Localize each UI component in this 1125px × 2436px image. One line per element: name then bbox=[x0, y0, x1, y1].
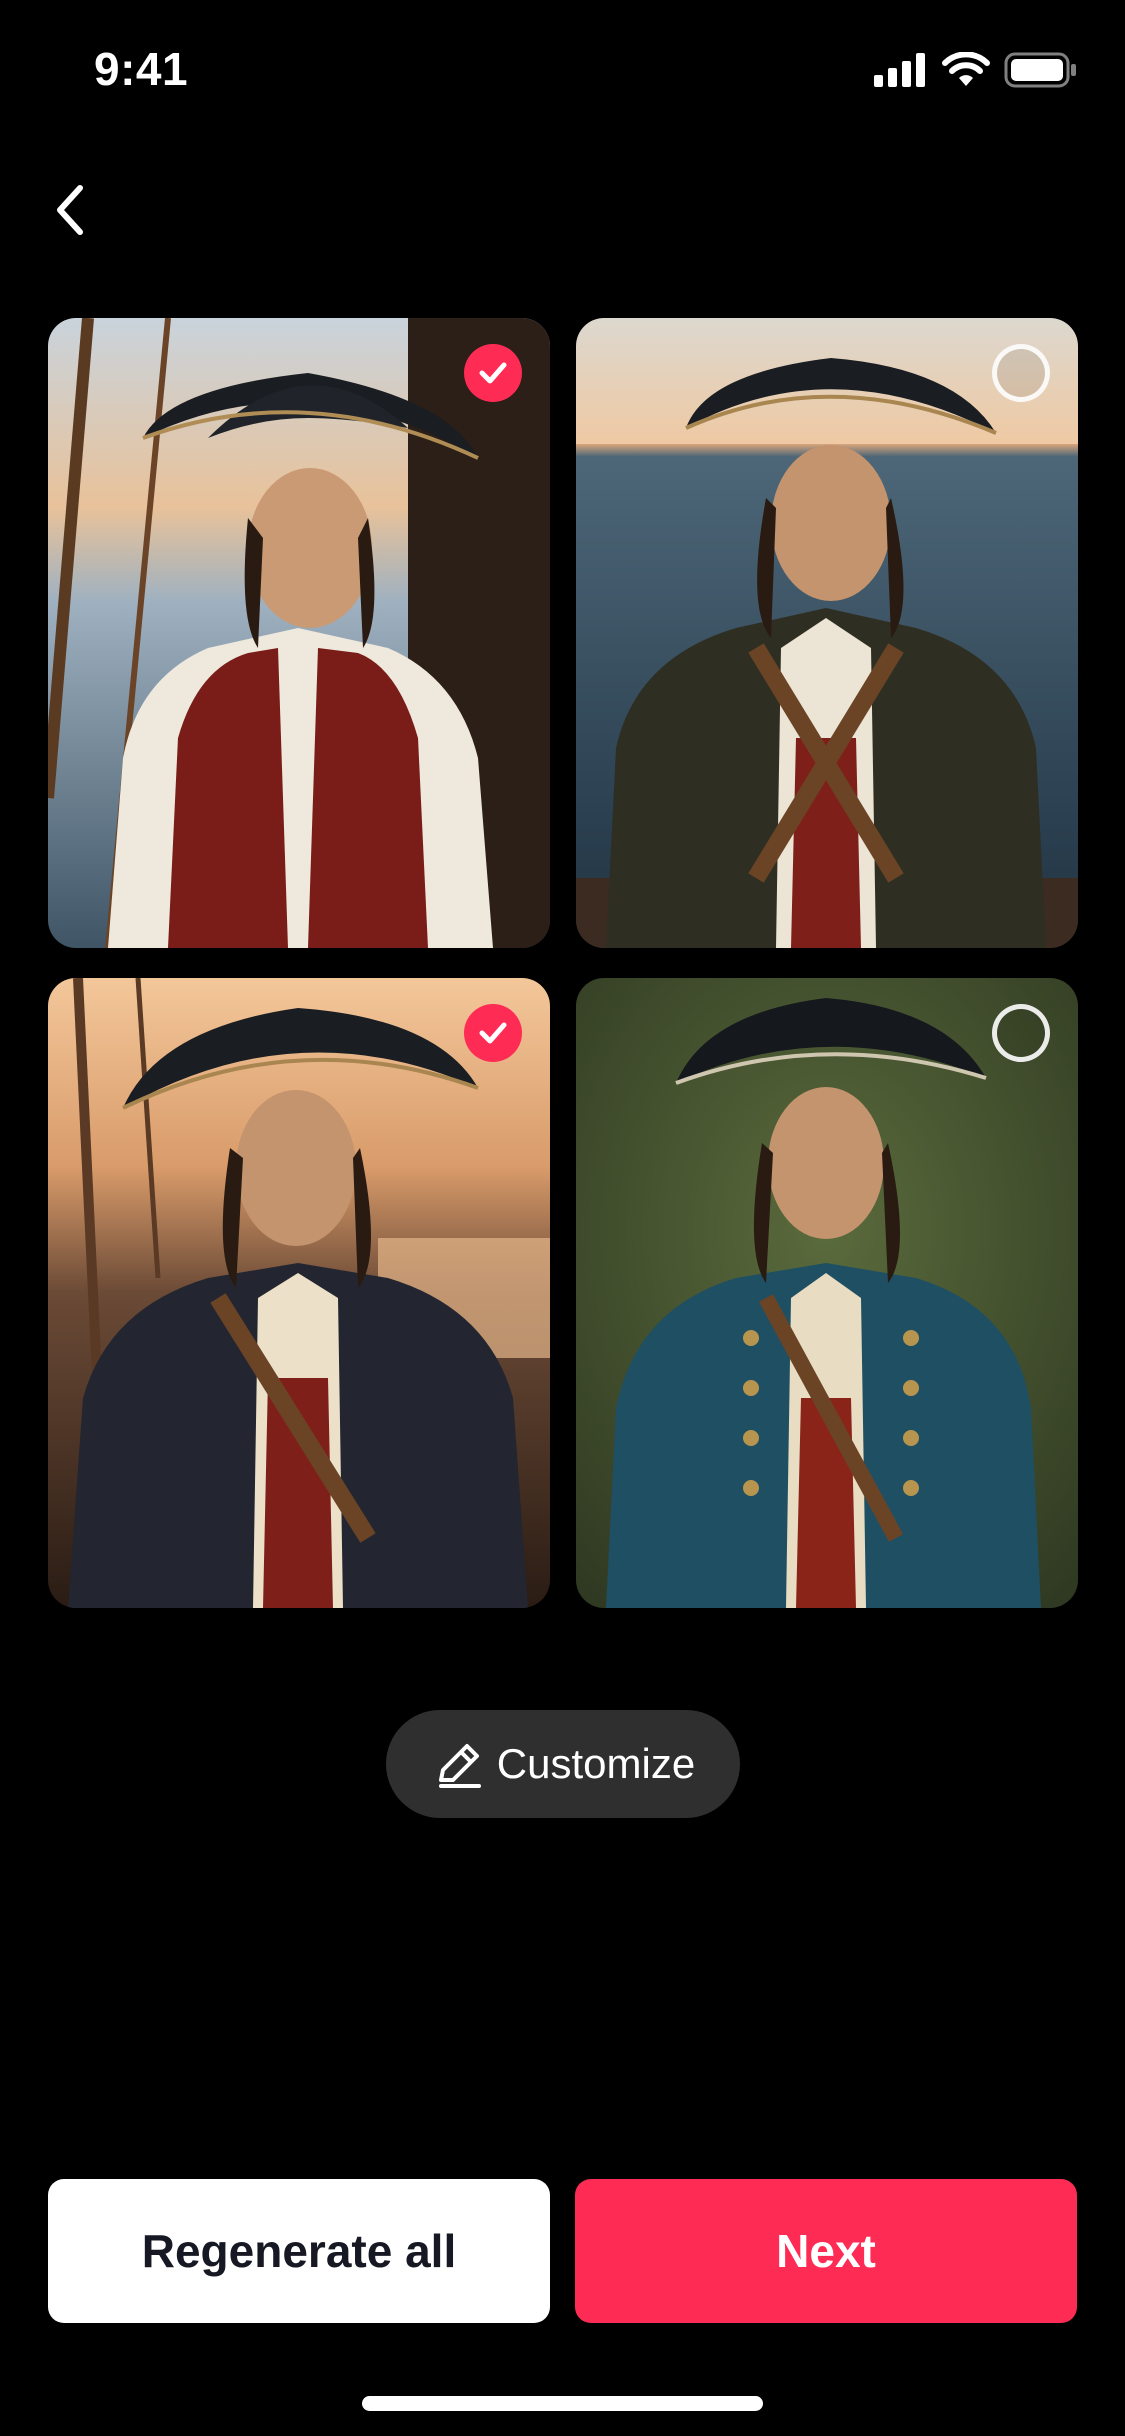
regenerate-all-button[interactable]: Regenerate all bbox=[48, 2179, 550, 2323]
next-button[interactable]: Next bbox=[575, 2179, 1077, 2323]
selected-indicator[interactable] bbox=[464, 1004, 522, 1062]
status-icons bbox=[874, 50, 1078, 90]
photo-option-2[interactable] bbox=[576, 318, 1078, 948]
home-indicator bbox=[362, 2396, 763, 2411]
selected-indicator[interactable] bbox=[464, 344, 522, 402]
generated-photo-4 bbox=[576, 978, 1078, 1608]
status-time: 9:41 bbox=[94, 43, 189, 95]
generated-photo-3 bbox=[48, 978, 550, 1608]
photo-option-3[interactable] bbox=[48, 978, 550, 1608]
photo-option-4[interactable] bbox=[576, 978, 1078, 1608]
customize-label: Customize bbox=[496, 1740, 696, 1787]
wifi-icon bbox=[942, 52, 990, 86]
cellular-signal-icon bbox=[874, 53, 925, 87]
generated-photo-1 bbox=[48, 318, 550, 948]
pencil-icon bbox=[438, 1744, 481, 1788]
generated-photo-2 bbox=[576, 318, 1078, 948]
chevron-left-icon bbox=[57, 185, 83, 235]
unselected-indicator[interactable] bbox=[992, 344, 1050, 402]
photo-option-1[interactable] bbox=[48, 318, 550, 948]
back-button[interactable] bbox=[40, 170, 100, 250]
checkmark-icon bbox=[479, 1022, 507, 1044]
battery-icon bbox=[1004, 52, 1076, 88]
unselected-indicator[interactable] bbox=[992, 1004, 1050, 1062]
checkmark-icon bbox=[479, 362, 507, 384]
customize-button[interactable]: Customize bbox=[386, 1710, 740, 1818]
photo-grid bbox=[48, 318, 1078, 1608]
